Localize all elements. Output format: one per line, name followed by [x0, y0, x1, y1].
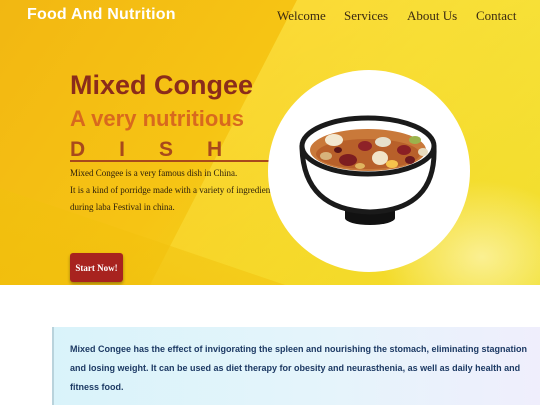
start-now-button[interactable]: Start Now!: [70, 253, 123, 282]
hero-subtitle: A very nutritious: [70, 106, 244, 131]
info-line: and losing weight. It can be used as die…: [70, 363, 521, 373]
page-title: Mixed Congee: [70, 70, 254, 100]
dish-heading: DISH: [70, 138, 274, 162]
hero-section: Food And Nutrition Welcome Services Abou…: [0, 0, 540, 285]
nav-link-welcome[interactable]: Welcome: [277, 8, 326, 24]
nav-menu: Welcome Services About Us Contact: [0, 8, 540, 28]
dish-image: [268, 70, 470, 272]
nav-link-about-us[interactable]: About Us: [407, 8, 457, 24]
info-card: Mixed Congee has the effect of invigorat…: [52, 327, 540, 405]
info-text: Mixed Congee has the effect of invigorat…: [70, 340, 540, 397]
description-line: Mixed Congee is a very famous dish in Ch…: [70, 168, 238, 178]
info-line: fitness food.: [70, 382, 124, 392]
congee-bowl-icon: [299, 115, 437, 225]
description-line: during laba Festival in china.: [70, 202, 175, 212]
nav-link-services[interactable]: Services: [344, 8, 388, 24]
info-line: Mixed Congee has the effect of invigorat…: [70, 344, 528, 354]
nav-link-contact[interactable]: Contact: [476, 8, 516, 24]
description-line: It is a kind of porridge made with a var…: [70, 185, 277, 195]
